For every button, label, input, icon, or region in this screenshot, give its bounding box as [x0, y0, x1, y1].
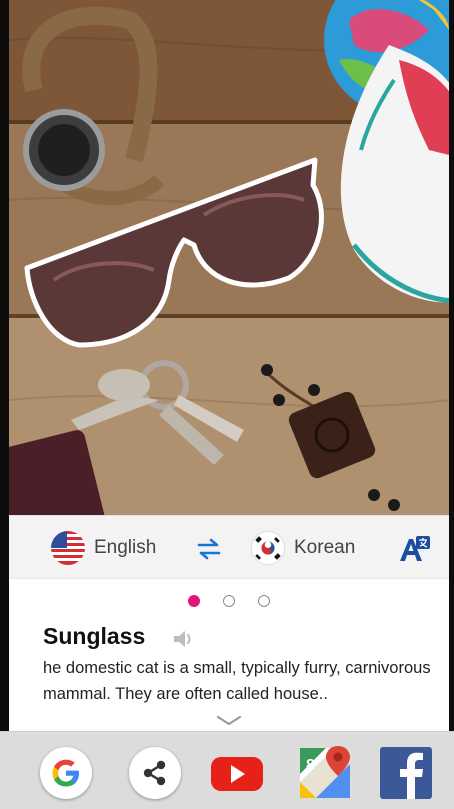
google-maps-app-button[interactable]: 8 — [296, 744, 354, 802]
translate-icon — [400, 536, 430, 561]
camera-photo[interactable] — [9, 0, 449, 520]
language-bar: English Korean — [9, 515, 449, 579]
photo-scene — [9, 0, 449, 520]
screen-right-bezel — [449, 0, 454, 809]
us-flag-icon — [51, 531, 85, 565]
source-language-selector[interactable]: English — [51, 531, 157, 565]
pronounce-button[interactable] — [172, 628, 196, 650]
google-maps-icon: 8 — [300, 746, 350, 798]
expand-sheet-button[interactable] — [216, 714, 242, 726]
result-sheet: English Korean Sunglass he domestic cat … — [9, 515, 449, 731]
youtube-icon — [211, 757, 263, 791]
share-icon — [129, 747, 181, 799]
screen: English Korean Sunglass he domestic cat … — [0, 0, 454, 809]
google-app-button[interactable] — [37, 744, 95, 802]
app-dock: 8 — [0, 731, 454, 809]
translate-button[interactable] — [399, 535, 431, 563]
korea-flag-icon — [251, 531, 285, 565]
page-dot[interactable] — [223, 595, 235, 607]
screen-left-bezel — [0, 0, 9, 809]
page-indicator — [9, 595, 449, 609]
google-icon — [40, 747, 92, 799]
speaker-icon — [174, 631, 191, 647]
share-app-button[interactable] — [126, 744, 184, 802]
facebook-icon — [380, 747, 432, 799]
page-dot-active[interactable] — [188, 595, 200, 607]
page-dot[interactable] — [258, 595, 270, 607]
youtube-app-button[interactable] — [208, 744, 266, 802]
source-language-label: English — [94, 537, 157, 558]
word-definition: he domestic cat is a small, typically fu… — [43, 659, 431, 703]
swap-arrows-icon — [197, 538, 221, 560]
facebook-app-button[interactable] — [377, 744, 435, 802]
target-language-selector[interactable]: Korean — [251, 531, 356, 565]
svg-text:8: 8 — [306, 757, 315, 774]
chevron-down-icon — [216, 715, 242, 726]
swap-languages-button[interactable] — [197, 538, 221, 560]
target-language-label: Korean — [294, 537, 356, 558]
recognized-word: Sunglass — [43, 623, 146, 649]
